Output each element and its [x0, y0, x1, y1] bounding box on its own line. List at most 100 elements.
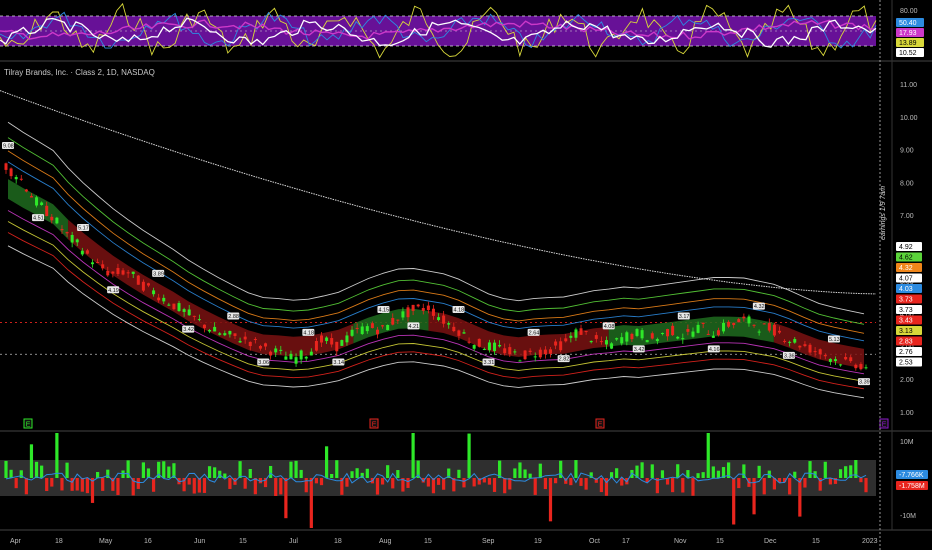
candle-body — [538, 349, 542, 358]
candle-body — [289, 353, 293, 360]
time-tick: 2023 — [862, 538, 878, 545]
volume-bar — [304, 478, 308, 493]
earnings-marker-label: E — [372, 422, 377, 429]
volume-bar — [197, 478, 201, 493]
candle-body — [126, 272, 130, 274]
candle-body — [564, 338, 568, 342]
candle-body — [157, 297, 161, 301]
candle-body — [391, 318, 395, 325]
level-badge-label: 4.62 — [899, 255, 913, 262]
candle-body — [335, 341, 339, 352]
candle-body — [604, 340, 608, 345]
level-badge-label: 4.32 — [899, 265, 913, 272]
earnings-marker-label: E — [598, 422, 603, 429]
candle-body — [45, 205, 49, 217]
volume-bar — [737, 478, 741, 489]
price-tick: 9.00 — [900, 148, 914, 155]
oscillator-tick: 80.00 — [900, 8, 918, 15]
candle-body — [793, 339, 797, 343]
volume-bar — [844, 466, 848, 478]
candle-body — [421, 308, 425, 311]
candle-body — [386, 324, 390, 331]
candle-body — [136, 275, 140, 285]
price-label: 5.13 — [829, 337, 840, 343]
price-label: 3.36 — [784, 353, 795, 359]
candle-body — [543, 349, 547, 355]
candle-body — [192, 315, 196, 317]
candle-body — [416, 304, 420, 307]
candle-body — [579, 328, 583, 335]
volume-tick: -10M — [900, 513, 916, 520]
candle-body — [96, 261, 100, 263]
volume-bar — [101, 478, 105, 491]
candle-body — [615, 338, 619, 340]
candle-body — [772, 324, 776, 336]
level-badge-label: 3.73 — [899, 307, 913, 314]
volume-bar — [314, 478, 319, 484]
candle-body — [80, 250, 84, 255]
volume-bar — [75, 478, 79, 491]
trading-chart[interactable]: 9.08 4.51 5.17 4.19 3.89 3.42 2.88 3.06 4.18 3.14… — [0, 0, 932, 550]
candle-body — [493, 342, 497, 352]
candle-body — [528, 350, 532, 352]
volume-bar — [319, 478, 324, 486]
volume-bar — [391, 478, 395, 489]
candle-body — [55, 217, 59, 224]
candle-body — [833, 359, 837, 362]
candle-body — [167, 304, 171, 306]
volume-bar — [472, 478, 476, 487]
candle-body — [477, 338, 481, 347]
candle-body — [269, 351, 273, 356]
volume-bar — [24, 478, 28, 495]
candle-body — [243, 336, 247, 340]
candle-body — [498, 344, 502, 347]
volume-bar — [859, 478, 863, 483]
volume-bar — [228, 478, 232, 489]
price-label: 3.39 — [859, 380, 870, 386]
candle-body — [411, 304, 415, 311]
volume-bar — [671, 478, 675, 493]
candle-body — [650, 333, 654, 339]
volume-bar — [345, 478, 349, 487]
candle-body — [355, 327, 359, 329]
candle-body — [574, 329, 578, 338]
price-label: 4.18 — [454, 307, 465, 313]
oscillator-badge-label: 10.52 — [899, 50, 917, 57]
candle-body — [396, 319, 400, 321]
price-label: 4.21 — [408, 324, 419, 330]
candle-body — [747, 316, 751, 324]
candle-body — [523, 350, 527, 360]
candle-body — [442, 315, 446, 324]
volume-bar — [691, 478, 695, 496]
candle-body — [457, 330, 461, 336]
candle-body — [732, 322, 736, 326]
candle-body — [19, 178, 23, 180]
candle-body — [716, 330, 720, 336]
candle-body — [345, 335, 349, 343]
volume-bar — [788, 478, 792, 495]
volume-bar — [60, 478, 64, 491]
symbol-title: Tilray Brands, Inc. · Class 2, 1D, NASDA… — [4, 68, 155, 77]
candle-body — [503, 348, 507, 354]
candle-body — [121, 270, 125, 275]
candle-body — [182, 309, 186, 312]
volume-bar — [350, 471, 354, 478]
candle-body — [569, 335, 573, 338]
volume-bar — [269, 465, 273, 478]
candle-body — [691, 331, 695, 337]
candle-body — [722, 322, 726, 332]
volume-bar — [14, 478, 18, 489]
candle-body — [620, 337, 624, 344]
volume-bar — [55, 433, 59, 478]
volume-bar — [284, 478, 288, 519]
price-label: 4.51 — [33, 216, 44, 222]
price-label: 2.82 — [559, 357, 570, 363]
volume-bar — [584, 478, 588, 490]
candle-body — [91, 262, 95, 265]
candle-body — [671, 325, 675, 336]
volume-bar — [238, 461, 242, 478]
price-label: 3.42 — [183, 327, 194, 333]
candle-body — [111, 271, 115, 274]
volume-bar — [543, 478, 548, 490]
candle-body — [767, 323, 771, 331]
